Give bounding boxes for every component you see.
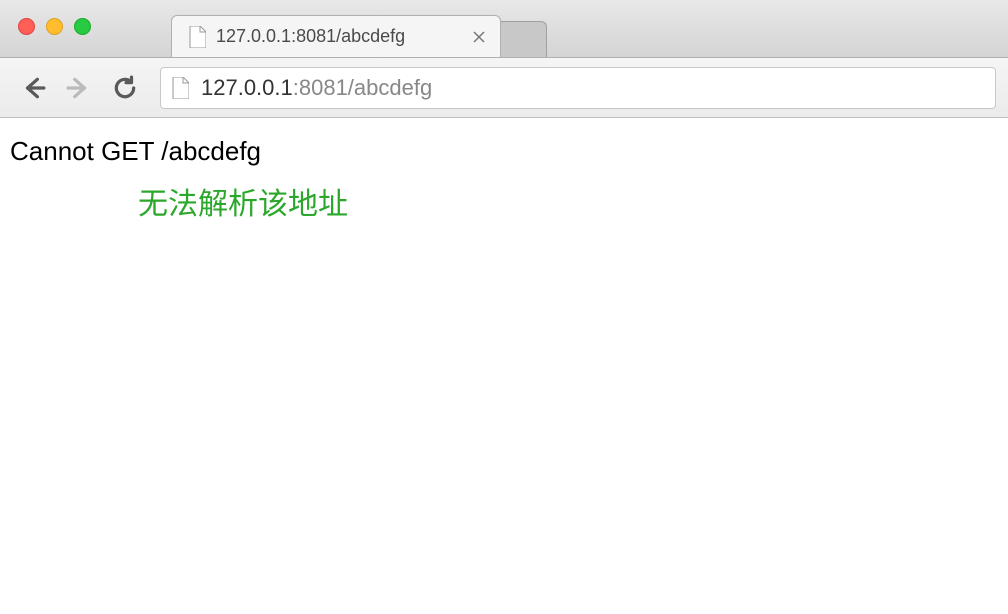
- file-icon: [188, 26, 206, 48]
- annotation-text: 无法解析该地址: [138, 179, 998, 223]
- tab-close-button[interactable]: [470, 28, 488, 46]
- window-titlebar: 127.0.0.1:8081/abcdefg: [0, 0, 1008, 58]
- window-minimize-button[interactable]: [46, 18, 63, 35]
- forward-button[interactable]: [58, 67, 100, 109]
- page-content: Cannot GET /abcdefg 无法解析该地址: [0, 118, 1008, 241]
- tab-title: 127.0.0.1:8081/abcdefg: [216, 26, 462, 47]
- browser-toolbar: 127.0.0.1:8081/abcdefg: [0, 58, 1008, 118]
- tabs-area: 127.0.0.1:8081/abcdefg: [171, 0, 547, 57]
- window-close-button[interactable]: [18, 18, 35, 35]
- window-maximize-button[interactable]: [74, 18, 91, 35]
- back-button[interactable]: [12, 67, 54, 109]
- url-path: :8081/abcdefg: [293, 75, 432, 101]
- url-host: 127.0.0.1: [201, 75, 293, 101]
- address-bar[interactable]: 127.0.0.1:8081/abcdefg: [160, 67, 996, 109]
- window-controls: [0, 0, 91, 35]
- browser-tab-active[interactable]: 127.0.0.1:8081/abcdefg: [171, 15, 501, 57]
- file-icon: [171, 77, 189, 99]
- error-message: Cannot GET /abcdefg: [10, 136, 998, 167]
- new-tab-button[interactable]: [497, 21, 547, 57]
- reload-button[interactable]: [104, 67, 146, 109]
